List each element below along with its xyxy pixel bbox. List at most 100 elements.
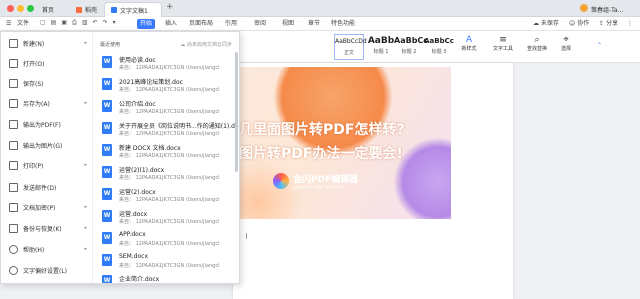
recent-doc-path: 来自： 12PAADA1JK7C3GN /Users/jiangcl: [119, 153, 220, 159]
tab-references[interactable]: 引用: [222, 19, 240, 29]
menu-encrypt[interactable]: 文档加密(P) ▸: [1, 200, 93, 214]
recent-doc-name: 公司介绍.doc: [119, 101, 156, 108]
tab-chapter[interactable]: 章节: [305, 19, 323, 29]
mail-icon: [9, 182, 18, 192]
share-label: 分享: [605, 20, 618, 27]
image-icon: [9, 140, 18, 150]
tab-home[interactable]: 首页: [36, 2, 64, 17]
menu-preferences[interactable]: 文字偏好设置(L): [1, 263, 93, 277]
tab-document-label: 文字文稿1: [120, 7, 148, 15]
tab-document[interactable]: 文字文稿1: [104, 2, 162, 17]
recent-doc-path: 来自： 12PAADA1JK7C3GN /Users/jiangcl: [119, 241, 220, 247]
banner-image[interactable]: 几里面图片转PDF怎样转? 图片转PDF办法一定要会! 金闪PDF编辑器 JIN…: [233, 67, 451, 219]
recent-doc-path: 来自： 12PAADA1JK7C3GN /Users/jiangcl: [119, 197, 220, 203]
recent-doc-name: 关于开展全员《岗位说明书...作的通知(1).do: [119, 123, 239, 130]
recent-doc-item[interactable]: W 公司介绍.doc 来自： 12PAADA1JK7C3GN /Users/jian…: [100, 97, 234, 119]
word-doc-icon: W: [102, 122, 112, 134]
menu-new[interactable]: 新建(N) ▸: [1, 36, 93, 50]
unsaved-label: 未保存: [540, 20, 559, 27]
banner-line-1: 几里面图片转PDF怎样转?: [239, 122, 405, 138]
recent-doc-item[interactable]: W APP.docx 来自： 12PAADA1JK7C3GN /Users/jian…: [100, 229, 234, 251]
avatar[interactable]: [580, 4, 588, 12]
recent-doc-name: 使用必读.doc: [119, 57, 156, 64]
style-heading-3-preview: AaBbCc: [424, 37, 454, 45]
text-tools-icon: ≡: [499, 35, 507, 45]
menu-export-image-label: 输出为图片(G): [23, 142, 63, 150]
chevron-down-icon[interactable]: ▾: [113, 19, 116, 27]
menu-save-as[interactable]: 另存为(A) ▸: [1, 96, 93, 110]
select-button[interactable]: ⌖ 选择: [556, 35, 576, 52]
tab-view[interactable]: 视图: [279, 19, 297, 29]
redo-icon[interactable]: ↷: [103, 19, 108, 27]
open-icon[interactable]: ▤: [51, 19, 57, 27]
more-icon[interactable]: ⋮: [624, 19, 636, 29]
undo-icon[interactable]: ↶: [93, 19, 98, 27]
recent-doc-item[interactable]: W 运营.docx 来自： 12PAADA1JK7C3GN /Users/jiang…: [100, 207, 234, 229]
recent-doc-item[interactable]: W 使用必读.doc 来自： 12PAADA1JK7C3GN /Users/jian…: [100, 53, 234, 75]
docer-icon: [76, 6, 82, 13]
recent-doc-item[interactable]: W 运营(2).docx 来自： 12PAADA1JK7C3GN /Users/ji…: [100, 185, 234, 207]
new-tab-icon[interactable]: +: [166, 2, 174, 12]
menu-export-image[interactable]: 输出为图片(G): [1, 138, 93, 152]
style-heading-3[interactable]: AaBbCc 标题 3: [424, 34, 454, 60]
recent-scrollbar[interactable]: [235, 52, 238, 172]
find-replace-button[interactable]: ⌕ 查找替换: [524, 35, 550, 52]
new-style-button[interactable]: A 新样式: [460, 35, 478, 52]
menu-backup[interactable]: 备份与恢复(K) ▸: [1, 221, 93, 235]
recent-doc-name: 2021高峰论坛策划.doc: [119, 79, 183, 86]
print-preview-icon[interactable]: ▥: [82, 19, 88, 27]
menu-export-pdf[interactable]: 输出为PDF(F): [1, 117, 93, 131]
file-menu-button[interactable]: 文件: [14, 19, 32, 29]
new-icon: [9, 38, 18, 48]
style-heading-1[interactable]: AaBb 标题 1: [366, 34, 396, 60]
collapse-ribbon-icon[interactable]: ⌃: [597, 42, 602, 49]
save-icon[interactable]: ▣: [61, 19, 67, 27]
style-normal[interactable]: AaBbCcDd 正文: [334, 34, 367, 60]
recent-doc-item[interactable]: W 企业简介.docx: [100, 272, 234, 283]
menu-help[interactable]: 帮助(H) ▸: [1, 242, 93, 256]
tab-review[interactable]: 审阅: [251, 19, 269, 29]
tab-start[interactable]: 开始: [134, 19, 158, 29]
menu-icon[interactable]: ☰: [3, 19, 14, 29]
tab-docer[interactable]: 稻壳: [70, 2, 104, 17]
text-tools-label: 文字工具: [492, 46, 513, 52]
recent-doc-item[interactable]: W 运营(2)(1).docx 来自： 12PAADA1JK7C3GN /Users…: [100, 163, 234, 185]
word-doc-icon: W: [102, 144, 112, 156]
menu-open[interactable]: 打开(O): [1, 56, 93, 70]
print-icon[interactable]: ⎙: [72, 19, 77, 27]
menu-save[interactable]: 保存(S): [1, 76, 93, 90]
help-icon: [9, 244, 18, 254]
style-heading-2[interactable]: AaBbCc 标题 2: [394, 34, 428, 60]
recent-doc-item[interactable]: W SEM.docx 来自： 12PAADA1JK7C3GN /Users/jian…: [100, 251, 234, 273]
menu-send-email[interactable]: 发送邮件(D): [1, 180, 93, 194]
style-normal-name: 正文: [343, 50, 354, 56]
recent-doc-name: 运营(2).docx: [119, 189, 156, 196]
recent-doc-name: 新建 DOCX 文档.docx: [119, 145, 181, 152]
tab-insert[interactable]: 插入: [162, 19, 180, 29]
unsaved-status[interactable]: ☁ 未保存: [530, 19, 562, 29]
chevron-right-icon: ▸: [84, 162, 87, 168]
chevron-right-icon: ▸: [84, 246, 87, 252]
recent-doc-item[interactable]: W 新建 DOCX 文档.docx 来自： 12PAADA1JK7C3GN /Use…: [100, 141, 234, 163]
user-name[interactable]: 策春组-Ta...: [591, 5, 623, 14]
cloud-icon: ☁: [180, 42, 186, 48]
new-doc-icon[interactable]: ▢: [40, 19, 46, 27]
tab-features[interactable]: 特色功能: [328, 19, 358, 29]
collab-button[interactable]: ☺ 协作: [566, 19, 592, 29]
word-doc-icon: W: [102, 78, 112, 90]
close-window-button[interactable]: [7, 5, 14, 12]
text-tools-button[interactable]: ≡ 文字工具: [490, 35, 516, 52]
menu-help-label: 帮助(H): [23, 246, 45, 254]
share-button[interactable]: ⇪ 分享: [596, 19, 621, 29]
printer-icon: [9, 160, 18, 170]
recent-doc-item[interactable]: W 关于开展全员《岗位说明书...作的通知(1).do 来自： 12PAADA1JK…: [100, 119, 239, 141]
menu-encrypt-label: 文档加密(P): [23, 204, 56, 212]
tab-page-layout[interactable]: 页面布局: [186, 19, 216, 29]
cloud-sync-link[interactable]: ☁ 尚未启用文档云同步: [180, 41, 232, 48]
title-bar: 首页 稻壳 文字文稿1 + 策春组-Ta...: [0, 0, 640, 17]
minimize-window-button[interactable]: [17, 5, 24, 12]
recent-doc-item[interactable]: W 2021高峰论坛策划.doc 来自： 12PAADA1JK7C3GN /User…: [100, 75, 234, 97]
zoom-window-button[interactable]: [27, 5, 34, 12]
menu-print[interactable]: 打印(P) ▸: [1, 158, 93, 172]
recent-doc-path: 来自： 12PAADA1JK7C3GN /Users/jiangcl: [119, 219, 220, 225]
